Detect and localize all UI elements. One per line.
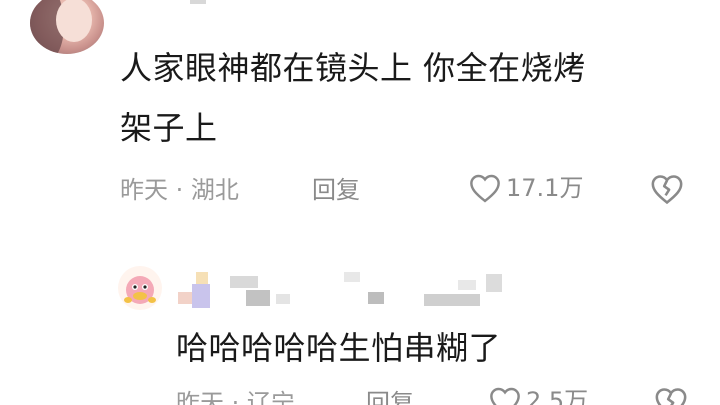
- reply-avatar[interactable]: [118, 266, 162, 310]
- comment-text-line-2: 架子上: [120, 109, 218, 147]
- reply-like-button[interactable]: 2.5万: [488, 386, 588, 405]
- reply-text: 哈哈哈哈哈生怕串糊了: [176, 329, 502, 367]
- heart-icon: [490, 387, 520, 405]
- username-redacted: [190, 0, 206, 4]
- cartoon-avatar-icon: [124, 276, 156, 304]
- reply-reply-button[interactable]: 回复: [366, 388, 414, 405]
- like-count: 17.1万: [506, 174, 584, 202]
- avatar[interactable]: [30, 0, 104, 54]
- dislike-heart-icon[interactable]: [650, 173, 684, 205]
- reply-meta: 昨天 · 辽宁: [176, 389, 295, 405]
- comment-text-line-1: 人家眼神都在镜头上 你全在烧烤: [120, 49, 586, 87]
- reply-like-count: 2.5万: [526, 387, 589, 405]
- dislike-heart-icon[interactable]: [654, 386, 688, 405]
- comment-meta: 昨天 · 湖北: [120, 176, 239, 204]
- comment-thread: 人家眼神都在镜头上 你全在烧烤 架子上 昨天 · 湖北 回复 17.1万 哈哈哈…: [0, 0, 720, 405]
- heart-icon: [470, 174, 500, 203]
- reply-button[interactable]: 回复: [312, 175, 360, 205]
- like-button[interactable]: 17.1万: [468, 173, 583, 203]
